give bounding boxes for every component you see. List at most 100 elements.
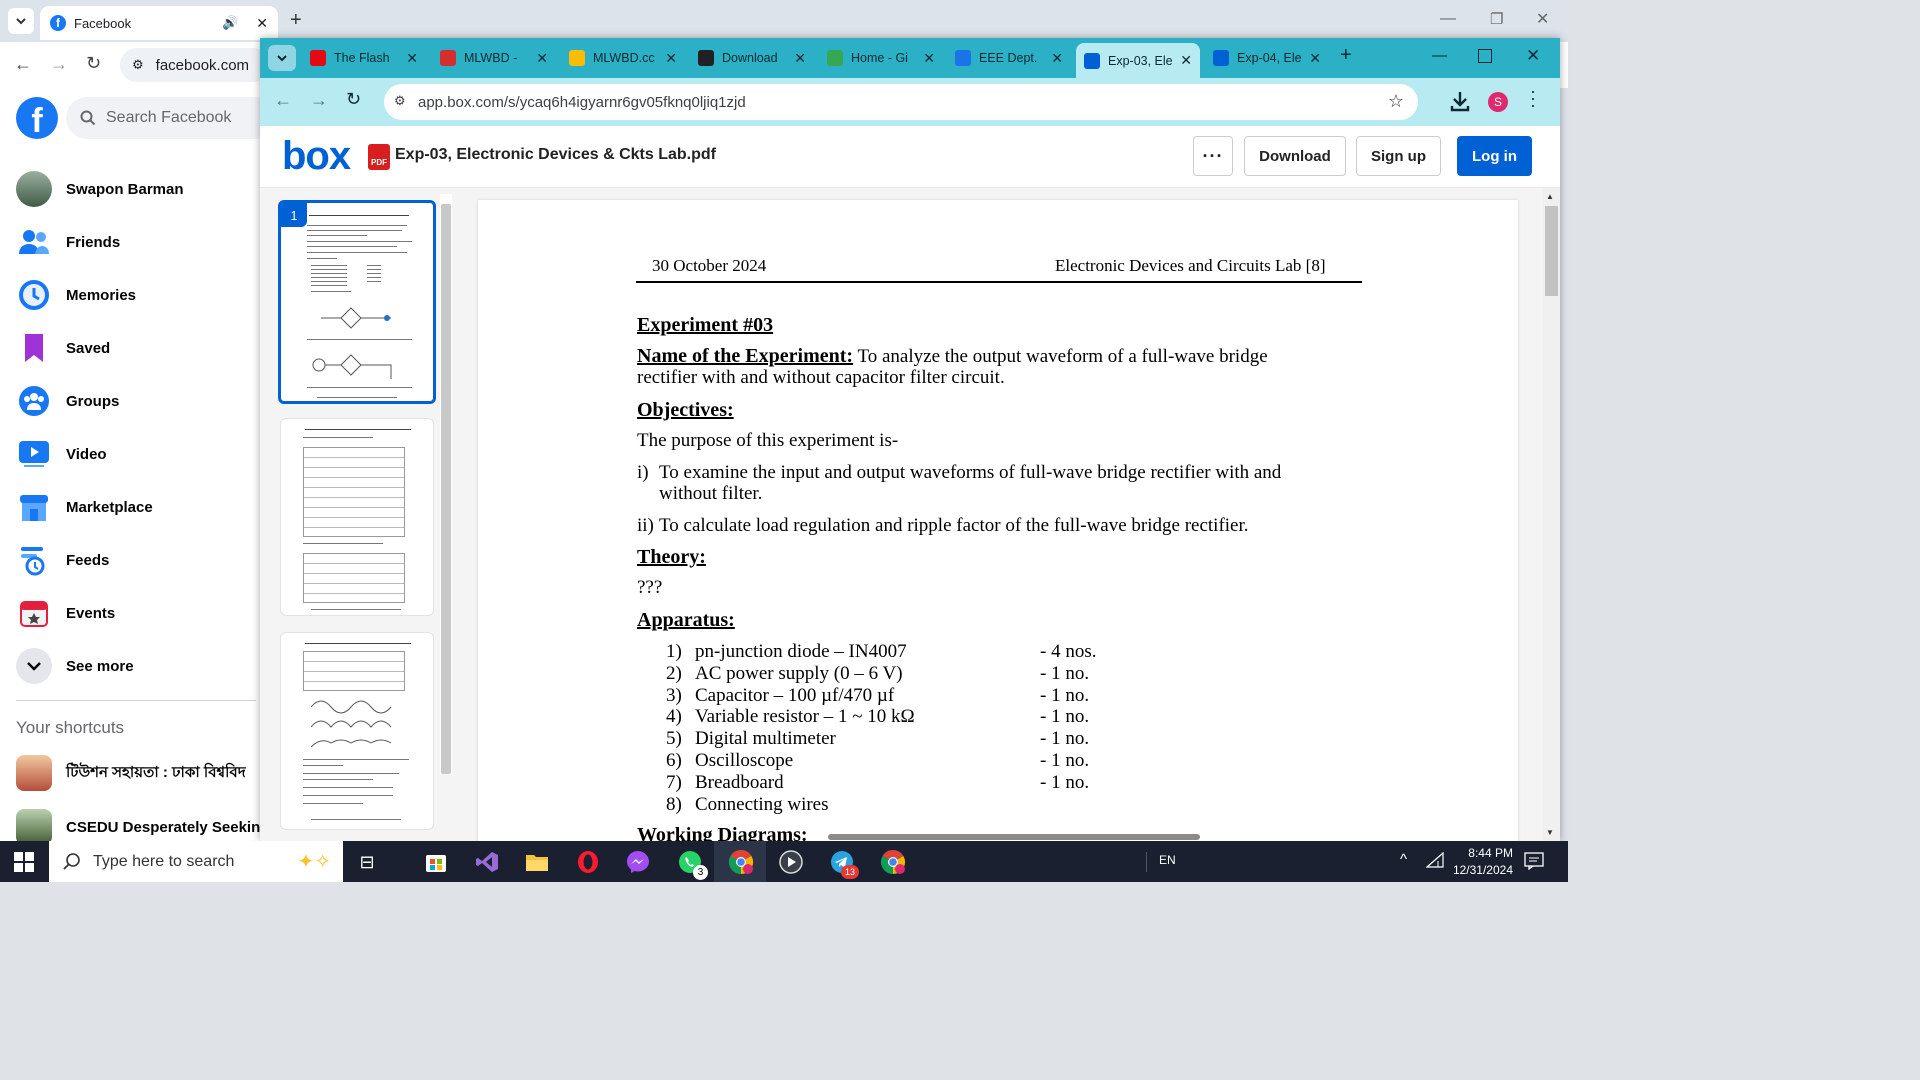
tab-close-icon[interactable]: ✕ xyxy=(923,50,935,67)
nav-item-groups[interactable]: Groups xyxy=(16,383,119,419)
box-logo[interactable]: box xyxy=(282,134,351,179)
telegram-icon[interactable]: 13 xyxy=(827,847,859,879)
nav-item-feeds[interactable]: Feeds xyxy=(16,542,109,578)
notifications-icon[interactable] xyxy=(1524,852,1544,870)
facebook-logo-icon[interactable]: f xyxy=(16,97,58,139)
chrome-profile-icon[interactable] xyxy=(726,847,756,877)
microsoft-store-icon[interactable] xyxy=(421,847,451,877)
thumbnail-scrollbar-track[interactable] xyxy=(440,194,452,774)
profile-avatar[interactable]: S xyxy=(1488,92,1508,112)
back-arrow-icon[interactable]: ← xyxy=(274,90,292,111)
tab-close-icon[interactable]: ✕ xyxy=(1051,50,1063,67)
messenger-icon[interactable] xyxy=(623,847,653,877)
reload-icon[interactable]: ↻ xyxy=(346,89,361,110)
nav-item-events[interactable]: Events xyxy=(16,595,115,631)
tab-close-icon[interactable]: ✕ xyxy=(406,50,418,67)
tab-close-icon[interactable]: ✕ xyxy=(794,50,806,67)
thumbnail-scrollbar-thumb[interactable] xyxy=(441,204,451,774)
forward-arrow-icon[interactable]: → xyxy=(310,90,328,111)
objective-text-continued: without filter. xyxy=(659,483,763,504)
minimize-icon[interactable]: — xyxy=(1432,47,1447,64)
back-omnibox[interactable]: ⚙ facebook.com xyxy=(120,48,270,82)
page-number-badge: 1 xyxy=(281,203,307,227)
minimize-icon[interactable]: — xyxy=(1440,10,1456,28)
tab-search-chevron-icon[interactable] xyxy=(8,8,34,34)
tab-1[interactable]: The Flash ✕ xyxy=(302,43,426,73)
feeds-icon xyxy=(16,542,52,578)
media-player-icon[interactable] xyxy=(776,847,806,877)
speaker-icon[interactable]: 🔊 xyxy=(222,15,238,31)
sign-up-button[interactable]: Sign up xyxy=(1356,136,1441,176)
nav-item-friends[interactable]: Friends xyxy=(16,224,120,260)
apparatus-qty: - 1 no. xyxy=(1040,663,1090,684)
nav-item-marketplace[interactable]: Marketplace xyxy=(16,489,153,525)
scroll-up-arrow-icon[interactable]: ▲ xyxy=(1546,192,1554,201)
show-hidden-icons-chevron-icon[interactable]: ^ xyxy=(1400,851,1407,868)
page-thumbnail-3[interactable] xyxy=(280,632,434,830)
site-settings-icon[interactable]: ⚙ xyxy=(394,93,406,109)
name-label: Name of the Experiment: xyxy=(637,345,854,367)
search-icon xyxy=(80,110,96,126)
shortcut-label: CSEDU Desperately Seeking xyxy=(66,818,262,836)
tab-4[interactable]: Download ✕ xyxy=(690,43,814,73)
page-thumbnail-2[interactable] xyxy=(280,418,434,616)
nav-item-video[interactable]: Video xyxy=(16,436,107,472)
front-tab-strip: The Flash ✕ MLWBD - ✕ MLWBD.cc ✕ Download ✕ Hom… xyxy=(260,38,1560,78)
tab-8[interactable]: Exp-04, Ele ✕ xyxy=(1205,43,1329,73)
log-in-button[interactable]: Log in xyxy=(1457,136,1532,176)
chrome-icon[interactable] xyxy=(878,847,908,877)
tab-search-chevron-icon[interactable] xyxy=(268,45,296,71)
file-explorer-icon[interactable] xyxy=(522,847,552,877)
forward-arrow-icon[interactable]: → xyxy=(50,54,68,75)
tab-7[interactable]: Exp-03, Ele ✕ xyxy=(1076,43,1200,78)
tab-close-icon[interactable]: ✕ xyxy=(256,15,268,32)
task-view-icon[interactable]: ⊟ xyxy=(352,847,382,877)
taskbar-search-input[interactable]: Type here to search ✦✧ xyxy=(49,841,343,882)
site-settings-icon[interactable]: ⚙ xyxy=(132,57,144,73)
address-bar[interactable]: ⚙ app.box.com/s/ycaq6h4igyarnr6gv05fknq0… xyxy=(384,84,1418,120)
network-wifi-icon[interactable] xyxy=(1426,852,1444,868)
download-button[interactable]: Download xyxy=(1244,136,1346,176)
new-tab-plus-icon[interactable]: + xyxy=(1340,44,1352,67)
tab-close-icon[interactable]: ✕ xyxy=(665,50,677,67)
more-options-button[interactable]: ··· xyxy=(1193,136,1233,176)
maximize-icon[interactable] xyxy=(1478,49,1492,63)
menu-kebab-icon[interactable]: · · · xyxy=(1530,82,1536,114)
back-arrow-icon[interactable]: ← xyxy=(14,54,32,75)
clock[interactable]: 8:44 PM 12/31/2024 xyxy=(1449,845,1513,879)
tab-facebook[interactable]: f Facebook 🔊 ✕ xyxy=(40,6,278,40)
tab-close-icon[interactable]: ✕ xyxy=(1309,50,1321,67)
nav-item-see-more[interactable]: See more xyxy=(16,648,134,684)
download-icon[interactable] xyxy=(1450,90,1470,112)
tab-6[interactable]: EEE Dept. ✕ xyxy=(947,43,1071,73)
tab-2[interactable]: MLWBD - ✕ xyxy=(432,43,556,73)
opera-browser-icon[interactable] xyxy=(573,847,603,877)
shortcut-item[interactable]: CSEDU Desperately Seeking xyxy=(16,809,262,841)
tab-5[interactable]: Home - Gi ✕ xyxy=(819,43,943,73)
page-scrollbar-track[interactable]: ▲ ▼ xyxy=(1543,188,1560,841)
page-scrollbar-thumb[interactable] xyxy=(1545,206,1558,296)
language-indicator[interactable]: EN xyxy=(1159,853,1176,867)
filter-circuit-diagram xyxy=(312,354,392,379)
windows-start-icon[interactable] xyxy=(9,847,39,877)
new-tab-plus-icon[interactable]: + xyxy=(290,9,302,32)
nav-item-profile[interactable]: Swapon Barman xyxy=(16,171,184,207)
window-close-icon[interactable]: ✕ xyxy=(1526,46,1540,66)
reload-icon[interactable]: ↻ xyxy=(86,53,101,74)
nav-item-memories[interactable]: Memories xyxy=(16,277,136,313)
objectives-intro: The purpose of this experiment is- xyxy=(637,430,899,451)
horizontal-scrollbar-thumb[interactable] xyxy=(828,834,1200,840)
restore-icon[interactable]: ❐ xyxy=(1490,10,1503,28)
window-close-icon[interactable]: ✕ xyxy=(1536,9,1549,29)
tab-3[interactable]: MLWBD.cc ✕ xyxy=(561,43,685,73)
scroll-down-arrow-icon[interactable]: ▼ xyxy=(1546,828,1554,837)
visual-studio-icon[interactable] xyxy=(472,847,502,877)
facebook-search-input[interactable]: Search Facebook xyxy=(66,97,262,139)
bookmark-star-icon[interactable]: ☆ xyxy=(1388,91,1404,112)
tab-close-icon[interactable]: ✕ xyxy=(1180,52,1192,69)
shortcut-item[interactable]: টিউশন সহায়তা : ঢাকা বিশ্ববিদ xyxy=(16,755,246,791)
tab-close-icon[interactable]: ✕ xyxy=(536,50,548,67)
whatsapp-icon[interactable]: 3 xyxy=(675,847,708,880)
nav-item-saved[interactable]: Saved xyxy=(16,330,110,366)
page-thumbnail-1[interactable]: 1 xyxy=(278,200,436,404)
